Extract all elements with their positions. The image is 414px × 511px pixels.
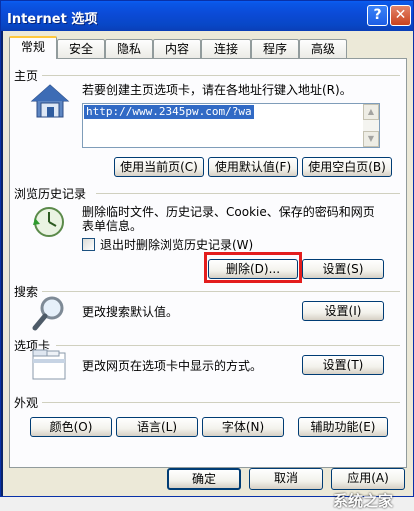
tab-advanced[interactable]: 高级 (299, 39, 347, 58)
use-blank-button[interactable]: 使用空白页(B) (302, 157, 392, 177)
appearance-separator (42, 402, 400, 403)
general-tab-panel: 主页 若要创建主页选项卡，请在各地址行键入地址(R)。 http://www.2… (9, 58, 407, 468)
tab-privacy[interactable]: 隐私 (105, 39, 153, 58)
history-group-title: 浏览历史记录 (14, 187, 87, 201)
homepage-url-textarea[interactable]: http://www.2345pw.com/?wa ▲ ▼ (82, 103, 380, 148)
tab-content[interactable]: 内容 (153, 39, 201, 58)
apply-button[interactable]: 应用(A) (331, 468, 405, 490)
house-icon (30, 84, 70, 118)
dialog-client: 常规 安全 隐私 内容 连接 程序 高级 主页 若要创建主页选项卡，请在各地址行… (3, 31, 413, 510)
title-bar[interactable]: Internet 选项 ? ✕ (1, 1, 413, 31)
ok-button[interactable]: 确定 (167, 468, 241, 490)
search-settings-button[interactable]: 设置(I) (302, 301, 384, 321)
homepage-group-title: 主页 (14, 69, 39, 83)
delete-on-exit-label[interactable]: 退出时删除浏览历史记录(W) (100, 238, 253, 252)
history-settings-button[interactable]: 设置(S) (302, 259, 384, 279)
tab-general[interactable]: 常规 (9, 36, 57, 59)
languages-button[interactable]: 语言(L) (116, 417, 198, 437)
history-description-line1: 删除临时文件、历史记录、Cookie、保存的密码和网页 (82, 205, 375, 219)
history-description-line2: 表单信息。 (82, 219, 143, 233)
fonts-button[interactable]: 字体(N) (202, 417, 284, 437)
use-default-button[interactable]: 使用默认值(F) (208, 157, 298, 177)
scroll-down-arrow-icon[interactable]: ▼ (363, 131, 379, 147)
tabs-description: 更改网页在选项卡中显示的方式。 (82, 359, 263, 373)
tabs-separator (56, 345, 400, 346)
tabbed-window-icon (32, 349, 66, 380)
close-button[interactable]: ✕ (390, 5, 411, 26)
internet-options-window: Internet 选项 ? ✕ 常规 安全 隐私 内容 连接 程序 高级 主页 … (0, 0, 414, 510)
appearance-group-title: 外观 (14, 396, 39, 410)
homepage-description: 若要创建主页选项卡，请在各地址行键入地址(R)。 (82, 83, 352, 97)
tab-security[interactable]: 安全 (57, 39, 105, 58)
history-clock-icon (33, 207, 64, 237)
homepage-url-text: http://www.2345pw.com/?wa (84, 105, 254, 119)
scroll-up-arrow-icon[interactable]: ▲ (363, 104, 379, 120)
help-button[interactable]: ? (367, 5, 388, 26)
tab-connections[interactable]: 连接 (201, 39, 251, 58)
url-scrollbar[interactable]: ▲ ▼ (363, 104, 379, 147)
tab-programs[interactable]: 程序 (251, 39, 299, 58)
homepage-separator (42, 75, 400, 76)
magnifier-icon (32, 296, 64, 331)
tabs-settings-button[interactable]: 设置(T) (302, 355, 384, 375)
cancel-button[interactable]: 取消 (249, 468, 323, 490)
search-description: 更改搜索默认值。 (82, 305, 179, 319)
delete-on-exit-checkbox[interactable] (82, 238, 95, 251)
accessibility-button[interactable]: 辅助功能(E) (298, 417, 388, 437)
history-separator (96, 193, 400, 194)
search-separator (42, 291, 400, 292)
red-highlight-box (204, 252, 302, 283)
use-current-button[interactable]: 使用当前页(C) (114, 157, 204, 177)
colors-button[interactable]: 颜色(O) (30, 417, 112, 437)
watermark-text: 系统之家 (332, 492, 393, 510)
window-title: Internet 选项 (7, 12, 98, 27)
